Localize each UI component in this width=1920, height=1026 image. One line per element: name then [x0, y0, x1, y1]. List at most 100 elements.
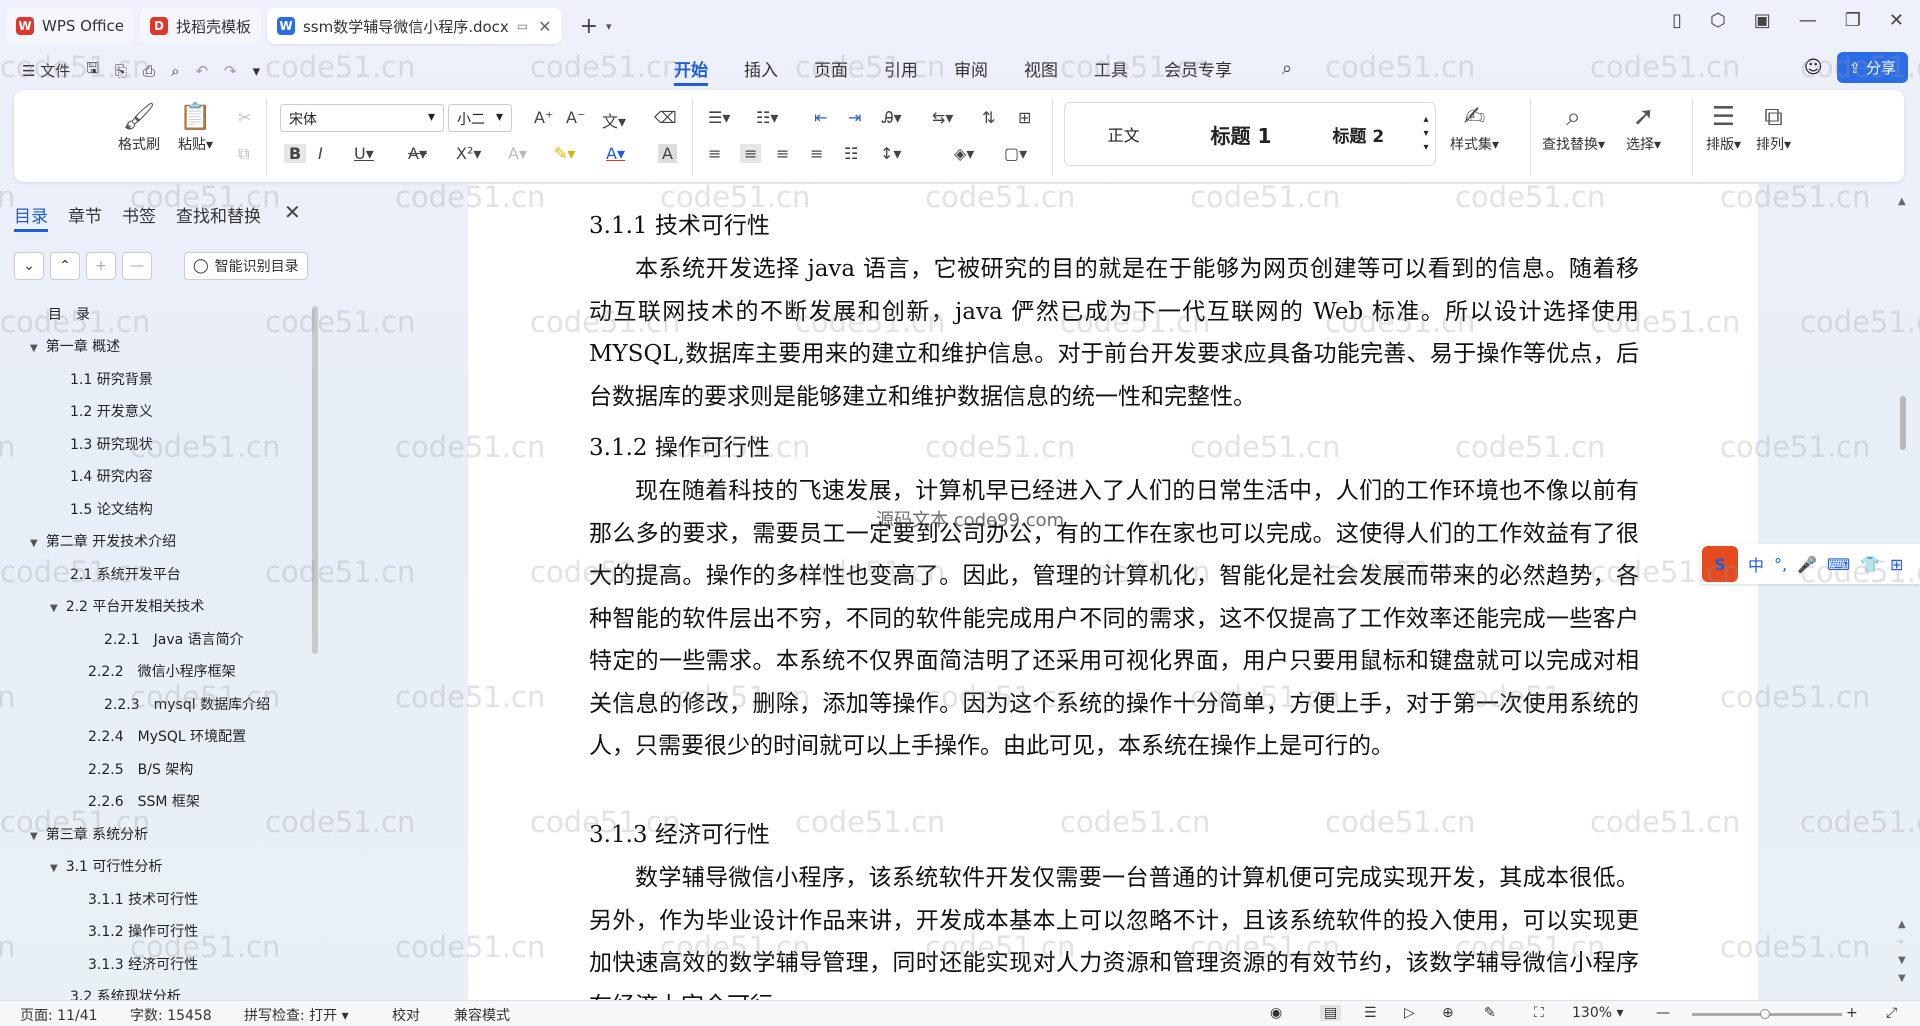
layout-button[interactable]: ☰ 排版▾	[1706, 100, 1741, 154]
chevron-down-icon[interactable]: ▼	[30, 538, 38, 549]
toc-item[interactable]: 3.1.1 技术可行性	[88, 889, 198, 909]
phonetic-icon[interactable]: 文▾	[602, 108, 626, 132]
chevron-down-icon[interactable]: ▾	[606, 20, 612, 33]
tab-bookmarks[interactable]: 书签	[122, 202, 156, 232]
maximize-icon[interactable]: ❐	[1845, 10, 1861, 31]
collapse-button[interactable]: ⌄	[14, 252, 44, 280]
expand-button[interactable]: ⌃	[50, 252, 80, 280]
toc-item[interactable]: 1.1 研究背景	[70, 369, 153, 389]
chat-icon[interactable]: ☺	[1804, 57, 1823, 78]
bullet-list-icon[interactable]: ☰▾	[708, 108, 730, 127]
toolbox-icon[interactable]: ⊞	[1890, 555, 1903, 574]
zoom-in-icon[interactable]: +	[1846, 1005, 1858, 1021]
tab-document[interactable]: W ssm数学辅导微信小程序.docx ▭ ✕	[266, 8, 562, 44]
web-view-icon[interactable]: ⊕	[1442, 1005, 1454, 1021]
cube-icon[interactable]: ⬡	[1710, 10, 1726, 31]
bold-icon[interactable]: B	[284, 144, 307, 163]
char-shading-icon[interactable]: A	[658, 144, 677, 163]
zoom-level[interactable]: 130% ▾	[1572, 1005, 1624, 1021]
find-replace-button[interactable]: ⌕ 查找替换▾	[1542, 100, 1605, 154]
outline-view-icon[interactable]: ☰	[1364, 1005, 1377, 1021]
export-icon[interactable]: ⎘	[115, 62, 127, 80]
toc-item[interactable]: 1.5 论文结构	[70, 499, 153, 519]
toc-item[interactable]: 2.2.4 MySQL 环境配置	[88, 726, 246, 746]
arrange-button[interactable]: ⧉ 排列▾	[1756, 100, 1791, 154]
zoom-knob[interactable]	[1760, 1009, 1770, 1019]
italic-icon[interactable]: I	[318, 144, 323, 163]
punctuation-icon[interactable]: °,	[1774, 555, 1787, 574]
monitor-icon[interactable]: ▭	[517, 19, 528, 33]
zoom-slider[interactable]	[1692, 1009, 1842, 1019]
page-view-icon[interactable]: ▤	[1320, 1005, 1342, 1021]
nav-scrollbar[interactable]	[312, 306, 318, 654]
pen-icon[interactable]: ✎	[1484, 1005, 1496, 1021]
tab-view[interactable]: 视图	[1024, 56, 1058, 86]
tab-references[interactable]: 引用	[884, 56, 918, 86]
gallery-scroll-icon[interactable]: ▴ ▾ ▾	[1417, 113, 1435, 155]
file-menu[interactable]: ☰ 文件	[22, 60, 70, 81]
border-icon[interactable]: ▢▾	[1004, 144, 1027, 163]
avatar[interactable]: ▣	[1754, 10, 1771, 31]
toc-item[interactable]: 3.1.2 操作可行性	[88, 921, 198, 941]
font-color-icon[interactable]: A▾	[606, 144, 625, 163]
keyboard-icon[interactable]: ⌨	[1827, 555, 1850, 574]
align-right-icon[interactable]: ≡	[776, 144, 789, 163]
document-page[interactable]: 3.1.1 技术可行性 本系统开发选择 java 语言，它被研究的目的就是在于能…	[468, 184, 1758, 1000]
vertical-scrollbar[interactable]: ▲ ▲ ◦ ▼ ▼	[1896, 196, 1910, 996]
tab-find-replace[interactable]: 查找和替换	[176, 202, 261, 232]
style-normal[interactable]: 正文	[1065, 122, 1182, 146]
close-icon[interactable]: ✕	[538, 17, 551, 36]
fullscreen-icon[interactable]: ⤢	[1886, 1005, 1897, 1021]
toc-item[interactable]: ▼ 第二章 开发技术介绍	[30, 531, 176, 551]
tab-tools[interactable]: 工具	[1094, 56, 1128, 86]
skin-icon[interactable]: 👕	[1860, 555, 1880, 574]
style-heading-2[interactable]: 标题 2	[1300, 122, 1417, 147]
new-tab-icon[interactable]: +	[580, 14, 598, 39]
chevron-down-icon[interactable]: ▼	[50, 603, 58, 614]
toc-item[interactable]: 2.2.2 微信小程序框架	[88, 661, 236, 681]
superscript-icon[interactable]: X²▾	[456, 144, 481, 163]
style-heading-1[interactable]: 标题 1	[1182, 120, 1299, 149]
text-direction-icon[interactable]: Ꭿ▾	[882, 108, 902, 128]
text-effect-icon[interactable]: A▾	[508, 144, 527, 163]
paste-button[interactable]: 📋 粘贴▾	[178, 100, 213, 154]
shrink-font-icon[interactable]: A⁻	[566, 108, 585, 127]
close-icon[interactable]: ✕	[284, 200, 301, 224]
convert-icon[interactable]: ⇆▾	[932, 108, 953, 127]
toc-item[interactable]: 1.4 研究内容	[70, 466, 153, 486]
toc-item[interactable]: ▼ 3.1 可行性分析	[50, 856, 162, 876]
tab-insert[interactable]: 插入	[744, 56, 778, 86]
chevron-down-icon[interactable]: ▼	[50, 863, 58, 874]
print-icon[interactable]: ⎙	[143, 62, 155, 80]
align-left-icon[interactable]: ≡	[708, 144, 721, 163]
underline-icon[interactable]: U▾	[354, 144, 374, 163]
tab-member[interactable]: 会员专享	[1164, 56, 1232, 86]
tab-review[interactable]: 审阅	[954, 56, 988, 86]
page-nav-icon[interactable]: ▲ ◦ ▼ ▼	[1898, 916, 1906, 988]
ime-mode[interactable]: 中	[1748, 552, 1764, 576]
remove-button[interactable]: —	[122, 252, 152, 280]
style-set-button[interactable]: ✍ 样式集▾	[1450, 100, 1499, 154]
highlight-icon[interactable]: ✎▾	[554, 144, 575, 163]
page-count[interactable]: 页面: 11/41	[20, 1005, 98, 1025]
line-spacing-icon[interactable]: ↕▾	[880, 144, 901, 163]
toc-item[interactable]: 2.2.1 Java 语言简介	[104, 629, 244, 649]
toc-item[interactable]: 1.3 研究现状	[70, 434, 153, 454]
toc-item[interactable]: 目 录	[48, 304, 90, 324]
word-count[interactable]: 字数: 15458	[130, 1005, 212, 1025]
save-icon[interactable]: 🖫	[86, 58, 99, 83]
toc-item[interactable]: ▼ 2.2 平台开发相关技术	[50, 596, 204, 616]
font-size-select[interactable]: 小二 ▾	[448, 104, 512, 132]
scroll-thumb[interactable]	[1900, 396, 1906, 450]
minimize-icon[interactable]: —	[1799, 10, 1817, 31]
toc-item[interactable]: 2.2.6 SSM 框架	[88, 791, 200, 811]
justify-icon[interactable]: ≡	[810, 144, 823, 163]
copy-icon[interactable]: ⧉	[238, 144, 249, 164]
share-button[interactable]: ⇪ 分享	[1836, 52, 1908, 83]
tab-start[interactable]: 开始	[674, 56, 708, 86]
toc-item[interactable]: 2.2.5 B/S 架构	[88, 759, 193, 779]
numbered-list-icon[interactable]: ☷▾	[756, 108, 778, 127]
play-icon[interactable]: ▷	[1404, 1005, 1415, 1021]
toc-item[interactable]: ▼ 第三章 系统分析	[30, 824, 148, 844]
scroll-up-icon[interactable]: ▲	[1898, 196, 1906, 207]
